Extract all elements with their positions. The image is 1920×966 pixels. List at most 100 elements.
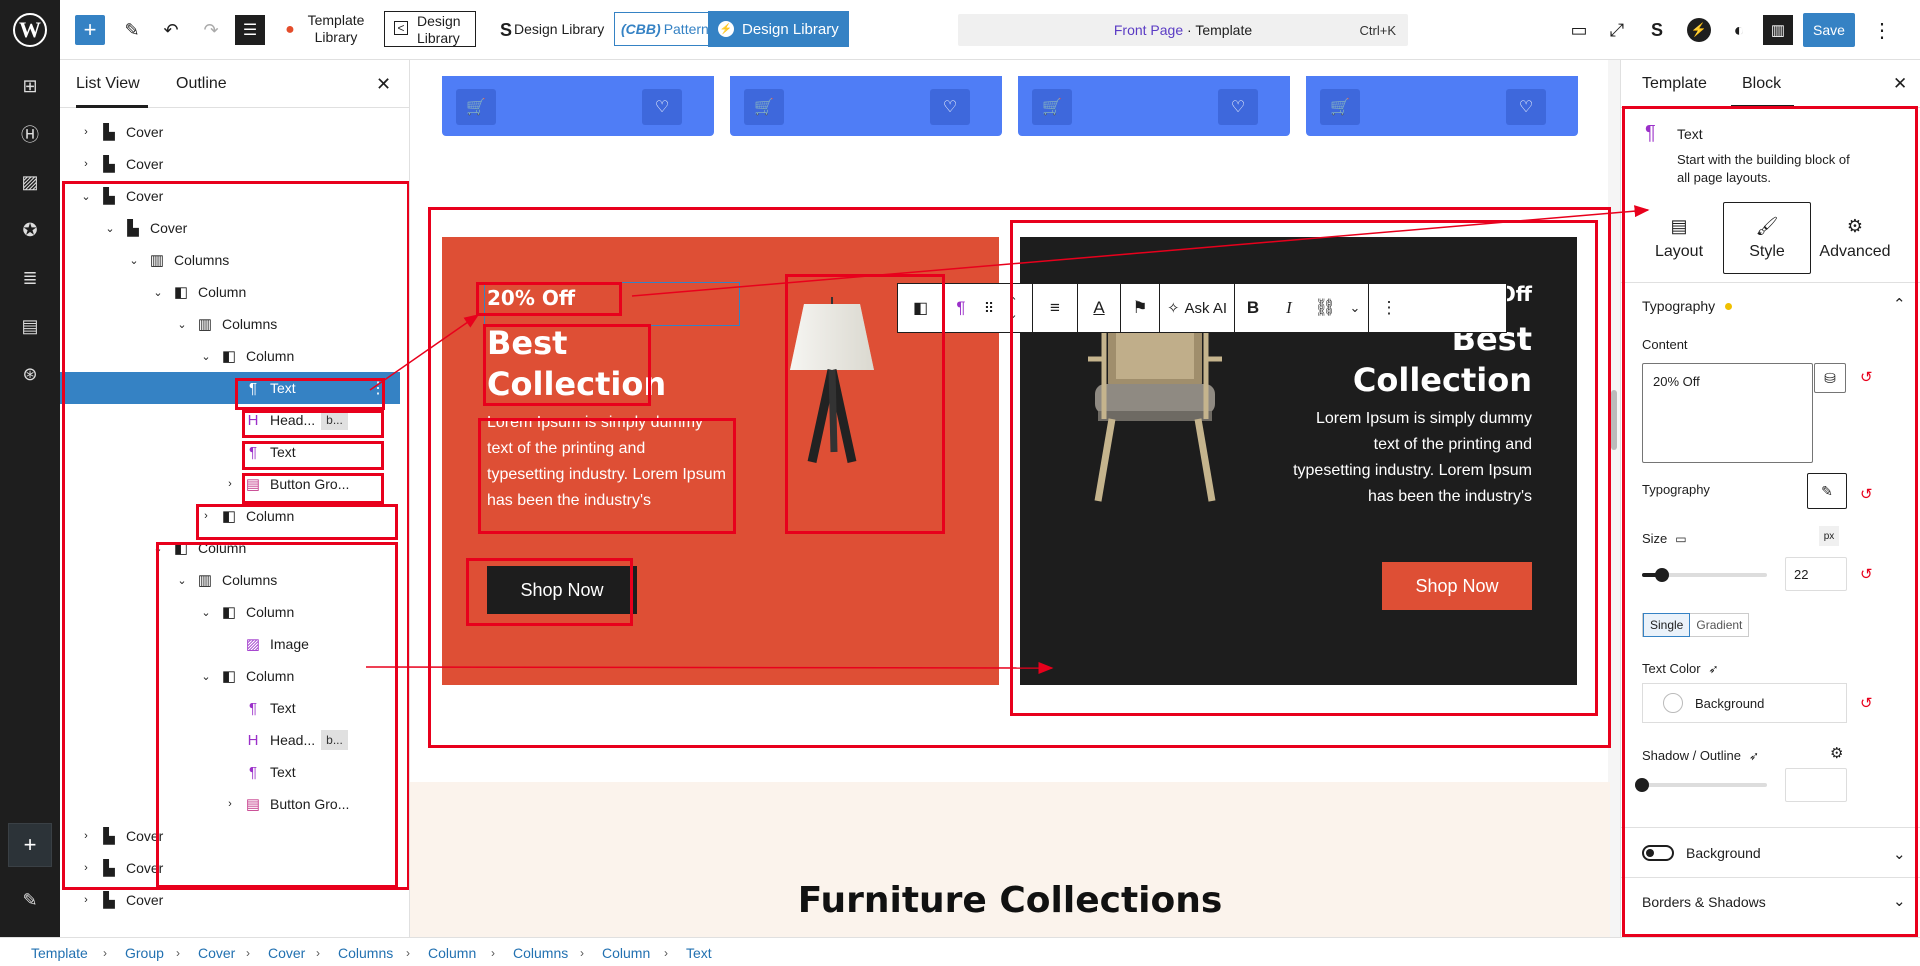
breadcrumb-item[interactable]: Text — [686, 945, 712, 961]
tree-row[interactable]: › ▤ Button Gro... — [60, 788, 400, 820]
scroll-thumb[interactable] — [1611, 390, 1617, 450]
add-block-button[interactable]: + — [75, 15, 105, 45]
stackable-settings-icon[interactable]: S — [1641, 14, 1673, 46]
chevron-down-icon[interactable]: ⌄ — [1343, 284, 1367, 332]
tab-list-view[interactable]: List View — [76, 75, 140, 93]
chevron-down-icon[interactable]: ⌄ — [126, 254, 142, 267]
cart-icon[interactable]: 🛒 — [744, 89, 784, 125]
shop-now-button[interactable]: Shop Now — [487, 566, 637, 614]
row-options-icon[interactable]: ⋮ — [370, 378, 386, 398]
tree-row[interactable]: › ▙ Cover — [60, 148, 400, 180]
chevron-right-icon[interactable]: › — [78, 894, 94, 906]
tools-pencil-icon[interactable]: ✎ — [116, 14, 148, 46]
layers-icon[interactable]: ≣ — [14, 262, 46, 294]
tree-row[interactable]: ⌄ ▙ Cover — [60, 212, 400, 244]
tree-row[interactable]: ⌄ ◧ Column — [60, 596, 400, 628]
close-icon[interactable]: ✕ — [1893, 74, 1907, 94]
tree-row[interactable]: ¶ Text — [60, 436, 400, 468]
align-icon[interactable]: ≡ — [1033, 284, 1077, 332]
flag-icon[interactable]: ⚑ — [1121, 284, 1159, 332]
chevron-down-icon[interactable]: ⌄ — [150, 542, 166, 555]
desktop-preview-icon[interactable]: ▭ — [1563, 14, 1595, 46]
form-icon[interactable]: ▤ — [14, 310, 46, 342]
promo-body-text[interactable]: Lorem Ipsum is simply dummy text of the p… — [487, 410, 726, 514]
redo-icon[interactable]: ↷ — [195, 14, 227, 46]
italic-icon[interactable]: I — [1271, 284, 1307, 332]
chevron-right-icon[interactable]: › — [222, 478, 238, 490]
design-library-boxed-button[interactable]: < Design Library — [384, 11, 476, 47]
chevron-down-icon[interactable]: ⌄ — [198, 350, 214, 363]
tree-row[interactable]: ⌄ ▥ Columns — [60, 308, 400, 340]
promo-heading[interactable]: Best Collection — [487, 323, 666, 405]
heading-rail-icon[interactable]: Ⓗ — [14, 118, 46, 150]
rail-add-button[interactable]: + — [8, 823, 52, 867]
grid-blocks-icon[interactable]: ⊞ — [14, 70, 46, 102]
more-options-icon[interactable]: ⋮ — [1866, 14, 1898, 46]
tree-row[interactable]: ▨ Image — [60, 628, 400, 660]
chevron-right-icon[interactable]: › — [78, 830, 94, 842]
star-badge-icon[interactable]: ✪ — [14, 214, 46, 246]
media-icon[interactable]: ▨ — [14, 166, 46, 198]
tree-row[interactable]: › ▙ Cover — [60, 852, 400, 884]
tree-row[interactable]: › ▙ Cover — [60, 820, 400, 852]
shop-now-button[interactable]: Shop Now — [1382, 562, 1532, 610]
tab-template[interactable]: Template — [1642, 75, 1707, 93]
chevron-right-icon[interactable]: › — [78, 862, 94, 874]
chevron-right-icon[interactable]: › — [198, 510, 214, 522]
chevron-down-icon[interactable]: ⌄ — [78, 190, 94, 203]
section-title[interactable]: Furniture Collections — [410, 880, 1610, 921]
wordpress-logo-button[interactable]: W — [0, 0, 60, 60]
tree-row[interactable]: ⌄ ◧ Column — [60, 532, 400, 564]
tree-row[interactable]: › ▤ Button Gro... — [60, 468, 400, 500]
chevron-right-icon[interactable]: › — [222, 798, 238, 810]
breadcrumb-item[interactable]: Column — [428, 945, 476, 961]
breadcrumb-item[interactable]: Column — [602, 945, 650, 961]
chevron-down-icon[interactable]: ⌄ — [102, 222, 118, 235]
tree-row[interactable]: ⌄ ◧ Column — [60, 660, 400, 692]
settings-sidebar-toggle[interactable]: ▥ — [1763, 15, 1793, 45]
design-library-primary-button[interactable]: ⚡ Design Library — [708, 11, 849, 47]
paragraph-icon[interactable]: ¶ — [944, 284, 978, 332]
parent-select-icon[interactable]: ◧ — [898, 284, 943, 332]
cart-icon[interactable]: 🛒 — [456, 89, 496, 125]
chevron-down-icon[interactable]: ⌄ — [198, 606, 214, 619]
tree-row[interactable]: ⌄ ▙ Cover — [60, 180, 400, 212]
tab-outline[interactable]: Outline — [176, 75, 227, 93]
promo-body-text[interactable]: Lorem Ipsum is simply dummy text of the p… — [1293, 406, 1532, 510]
text-color-icon[interactable]: A — [1078, 284, 1120, 332]
chevron-down-icon[interactable]: ⌄ — [174, 574, 190, 587]
breadcrumb-item[interactable]: Columns — [513, 945, 568, 961]
breadcrumb-item[interactable]: Columns — [338, 945, 393, 961]
design-library-button[interactable]: Design Library — [514, 21, 604, 38]
chevron-down-icon[interactable]: ⌄ — [174, 318, 190, 331]
tree-row[interactable]: › ◧ Column — [60, 500, 400, 532]
heart-icon[interactable]: ♡ — [642, 89, 682, 125]
tree-row[interactable]: ⌄ ▥ Columns — [60, 244, 400, 276]
edit-pencil-icon[interactable]: ✎ — [14, 884, 46, 916]
heart-icon[interactable]: ♡ — [1506, 89, 1546, 125]
chevron-right-icon[interactable]: › — [78, 126, 94, 138]
chevron-down-icon[interactable]: ⌄ — [150, 286, 166, 299]
tree-row[interactable]: ⌄ ◧ Column — [60, 340, 400, 372]
tree-row[interactable]: ¶ Text — [60, 692, 400, 724]
cursor-target-icon[interactable]: ⊛ — [14, 358, 46, 390]
close-icon[interactable]: ✕ — [376, 74, 391, 95]
document-overview-button[interactable]: ☰ — [235, 15, 265, 45]
tree-row[interactable]: › ▙ Cover — [60, 116, 400, 148]
drag-handle-icon[interactable]: ⠿ — [978, 284, 1000, 332]
chevron-down-icon[interactable]: ⌄ — [198, 670, 214, 683]
tree-row[interactable]: ⌄ ▥ Columns — [60, 564, 400, 596]
cart-icon[interactable]: 🛒 — [1032, 89, 1072, 125]
cart-icon[interactable]: 🛒 — [1320, 89, 1360, 125]
link-icon[interactable]: ⛓ — [1307, 284, 1343, 332]
contrast-icon[interactable]: ◐ — [1723, 14, 1755, 46]
cbb-pattern-button[interactable]: (CBB) Pattern — [614, 12, 716, 46]
more-options-icon[interactable]: ⋮ — [1369, 284, 1409, 332]
tree-row[interactable]: H Head... b... — [60, 404, 400, 436]
undo-icon[interactable]: ↶ — [155, 14, 187, 46]
tree-row[interactable]: ⌄ ◧ Column — [60, 276, 400, 308]
tree-row[interactable]: › ▙ Cover — [60, 884, 400, 916]
tree-row[interactable]: H Head... b... — [60, 724, 400, 756]
tree-row[interactable]: ¶ Text — [60, 756, 400, 788]
breadcrumb-item[interactable]: Group — [125, 945, 164, 961]
